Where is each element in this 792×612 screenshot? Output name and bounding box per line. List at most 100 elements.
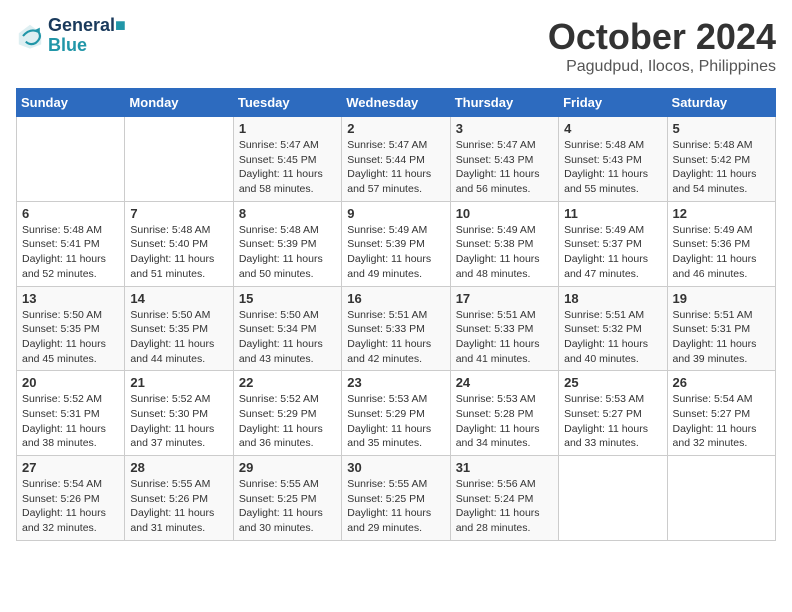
calendar-cell: 17 Sunrise: 5:51 AMSunset: 5:33 PMDayligh… — [450, 286, 558, 371]
day-info: Sunrise: 5:56 AMSunset: 5:24 PMDaylight:… — [456, 477, 553, 536]
calendar-cell: 18 Sunrise: 5:51 AMSunset: 5:32 PMDayligh… — [559, 286, 667, 371]
day-info: Sunrise: 5:51 AMSunset: 5:31 PMDaylight:… — [673, 308, 770, 367]
calendar-cell: 20Sunrise: 5:52 AMSunset: 5:31 PMDayligh… — [17, 371, 125, 456]
week-row-5: 27 Sunrise: 5:54 AMSunset: 5:26 PMDayligh… — [17, 456, 776, 541]
day-info: Sunrise: 5:48 AMSunset: 5:39 PMDaylight:… — [239, 223, 336, 282]
calendar-cell: 21 Sunrise: 5:52 AMSunset: 5:30 PMDayligh… — [125, 371, 233, 456]
day-number: 13 — [22, 291, 119, 306]
calendar-subtitle: Pagudpud, Ilocos, Philippines — [548, 58, 776, 76]
day-number: 26 — [673, 375, 770, 390]
weekday-header-thursday: Thursday — [450, 89, 558, 117]
day-number: 11 — [564, 206, 661, 221]
day-info: Sunrise: 5:47 AMSunset: 5:45 PMDaylight:… — [239, 138, 336, 197]
day-number: 30 — [347, 460, 444, 475]
calendar-cell: 22 Sunrise: 5:52 AMSunset: 5:29 PMDayligh… — [233, 371, 341, 456]
day-info: Sunrise: 5:53 AMSunset: 5:29 PMDaylight:… — [347, 392, 444, 451]
calendar-cell: 30Sunrise: 5:55 AMSunset: 5:25 PMDayligh… — [342, 456, 450, 541]
logo-text: General■ Blue — [48, 16, 126, 56]
calendar-cell — [559, 456, 667, 541]
calendar-cell: 16 Sunrise: 5:51 AMSunset: 5:33 PMDayligh… — [342, 286, 450, 371]
day-number: 28 — [130, 460, 227, 475]
day-info: Sunrise: 5:51 AMSunset: 5:33 PMDaylight:… — [456, 308, 553, 367]
weekday-header-sunday: Sunday — [17, 89, 125, 117]
day-number: 4 — [564, 121, 661, 136]
weekday-header-tuesday: Tuesday — [233, 89, 341, 117]
calendar-cell: 5 Sunrise: 5:48 AMSunset: 5:42 PMDaylight… — [667, 117, 775, 202]
day-info: Sunrise: 5:47 AMSunset: 5:44 PMDaylight:… — [347, 138, 444, 197]
day-info: Sunrise: 5:54 AMSunset: 5:27 PMDaylight:… — [673, 392, 770, 451]
calendar-cell: 14 Sunrise: 5:50 AMSunset: 5:35 PMDayligh… — [125, 286, 233, 371]
day-info: Sunrise: 5:55 AMSunset: 5:26 PMDaylight:… — [130, 477, 227, 536]
day-info: Sunrise: 5:49 AMSunset: 5:38 PMDaylight:… — [456, 223, 553, 282]
day-number: 7 — [130, 206, 227, 221]
day-number: 27 — [22, 460, 119, 475]
day-info: Sunrise: 5:53 AMSunset: 5:27 PMDaylight:… — [564, 392, 661, 451]
calendar-cell: 24 Sunrise: 5:53 AMSunset: 5:28 PMDayligh… — [450, 371, 558, 456]
day-number: 2 — [347, 121, 444, 136]
day-number: 14 — [130, 291, 227, 306]
calendar-cell: 19 Sunrise: 5:51 AMSunset: 5:31 PMDayligh… — [667, 286, 775, 371]
day-info: Sunrise: 5:49 AMSunset: 5:39 PMDaylight:… — [347, 223, 444, 282]
calendar-cell: 15 Sunrise: 5:50 AMSunset: 5:34 PMDayligh… — [233, 286, 341, 371]
week-row-3: 13 Sunrise: 5:50 AMSunset: 5:35 PMDayligh… — [17, 286, 776, 371]
day-number: 6 — [22, 206, 119, 221]
day-info: Sunrise: 5:53 AMSunset: 5:28 PMDaylight:… — [456, 392, 553, 451]
day-info: Sunrise: 5:48 AMSunset: 5:42 PMDaylight:… — [673, 138, 770, 197]
day-number: 29 — [239, 460, 336, 475]
weekday-header-saturday: Saturday — [667, 89, 775, 117]
calendar-title: October 2024 — [548, 16, 776, 58]
calendar-cell: 28 Sunrise: 5:55 AMSunset: 5:26 PMDayligh… — [125, 456, 233, 541]
day-number: 8 — [239, 206, 336, 221]
weekday-header-monday: Monday — [125, 89, 233, 117]
day-number: 19 — [673, 291, 770, 306]
day-info: Sunrise: 5:50 AMSunset: 5:35 PMDaylight:… — [130, 308, 227, 367]
calendar-cell: 26 Sunrise: 5:54 AMSunset: 5:27 PMDayligh… — [667, 371, 775, 456]
calendar-cell: 27 Sunrise: 5:54 AMSunset: 5:26 PMDayligh… — [17, 456, 125, 541]
day-info: Sunrise: 5:55 AMSunset: 5:25 PMDaylight:… — [239, 477, 336, 536]
calendar-cell: 11 Sunrise: 5:49 AMSunset: 5:37 PMDayligh… — [559, 201, 667, 286]
calendar-cell: 4 Sunrise: 5:48 AMSunset: 5:43 PMDaylight… — [559, 117, 667, 202]
day-info: Sunrise: 5:48 AMSunset: 5:40 PMDaylight:… — [130, 223, 227, 282]
day-info: Sunrise: 5:51 AMSunset: 5:33 PMDaylight:… — [347, 308, 444, 367]
day-info: Sunrise: 5:50 AMSunset: 5:34 PMDaylight:… — [239, 308, 336, 367]
calendar-cell: 10 Sunrise: 5:49 AMSunset: 5:38 PMDayligh… — [450, 201, 558, 286]
calendar-table: SundayMondayTuesdayWednesdayThursdayFrid… — [16, 88, 776, 541]
day-number: 17 — [456, 291, 553, 306]
calendar-cell: 1 Sunrise: 5:47 AMSunset: 5:45 PMDaylight… — [233, 117, 341, 202]
day-number: 20 — [22, 375, 119, 390]
day-info: Sunrise: 5:49 AMSunset: 5:37 PMDaylight:… — [564, 223, 661, 282]
day-info: Sunrise: 5:52 AMSunset: 5:29 PMDaylight:… — [239, 392, 336, 451]
day-info: Sunrise: 5:54 AMSunset: 5:26 PMDaylight:… — [22, 477, 119, 536]
day-number: 1 — [239, 121, 336, 136]
page-header: General■ Blue October 2024 Pagudpud, Ilo… — [16, 16, 776, 76]
calendar-cell: 25Sunrise: 5:53 AMSunset: 5:27 PMDayligh… — [559, 371, 667, 456]
calendar-cell: 29 Sunrise: 5:55 AMSunset: 5:25 PMDayligh… — [233, 456, 341, 541]
day-number: 10 — [456, 206, 553, 221]
calendar-cell: 2 Sunrise: 5:47 AMSunset: 5:44 PMDaylight… — [342, 117, 450, 202]
day-number: 5 — [673, 121, 770, 136]
day-number: 16 — [347, 291, 444, 306]
day-number: 18 — [564, 291, 661, 306]
week-row-4: 20Sunrise: 5:52 AMSunset: 5:31 PMDayligh… — [17, 371, 776, 456]
day-info: Sunrise: 5:48 AMSunset: 5:41 PMDaylight:… — [22, 223, 119, 282]
week-row-1: 1 Sunrise: 5:47 AMSunset: 5:45 PMDaylight… — [17, 117, 776, 202]
day-number: 9 — [347, 206, 444, 221]
day-info: Sunrise: 5:51 AMSunset: 5:32 PMDaylight:… — [564, 308, 661, 367]
day-number: 23 — [347, 375, 444, 390]
day-info: Sunrise: 5:52 AMSunset: 5:30 PMDaylight:… — [130, 392, 227, 451]
day-number: 21 — [130, 375, 227, 390]
calendar-cell: 3 Sunrise: 5:47 AMSunset: 5:43 PMDaylight… — [450, 117, 558, 202]
day-info: Sunrise: 5:49 AMSunset: 5:36 PMDaylight:… — [673, 223, 770, 282]
day-info: Sunrise: 5:48 AMSunset: 5:43 PMDaylight:… — [564, 138, 661, 197]
weekday-header-friday: Friday — [559, 89, 667, 117]
day-info: Sunrise: 5:50 AMSunset: 5:35 PMDaylight:… — [22, 308, 119, 367]
day-number: 24 — [456, 375, 553, 390]
calendar-cell: 31Sunrise: 5:56 AMSunset: 5:24 PMDayligh… — [450, 456, 558, 541]
day-number: 15 — [239, 291, 336, 306]
day-info: Sunrise: 5:47 AMSunset: 5:43 PMDaylight:… — [456, 138, 553, 197]
day-number: 22 — [239, 375, 336, 390]
calendar-cell: 8 Sunrise: 5:48 AMSunset: 5:39 PMDaylight… — [233, 201, 341, 286]
day-number: 3 — [456, 121, 553, 136]
logo-icon — [16, 22, 44, 50]
calendar-cell: 9 Sunrise: 5:49 AMSunset: 5:39 PMDaylight… — [342, 201, 450, 286]
